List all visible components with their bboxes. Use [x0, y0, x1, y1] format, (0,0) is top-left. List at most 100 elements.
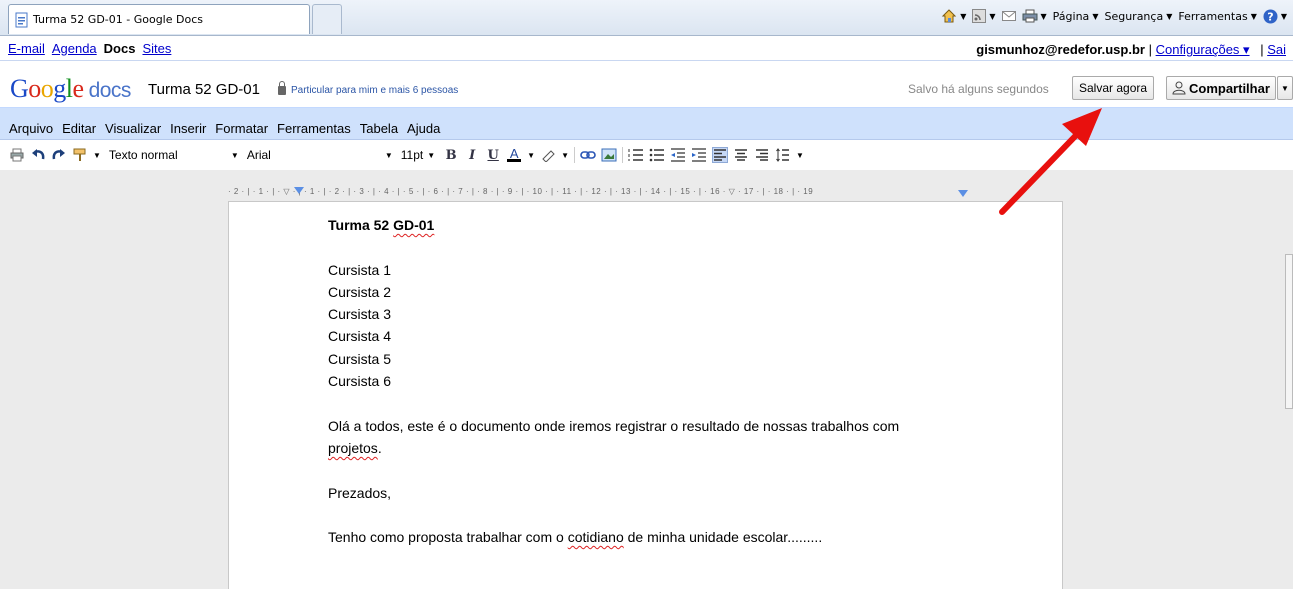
page-menu[interactable]: Página ▼	[1053, 10, 1099, 23]
save-now-button[interactable]: Salvar agora	[1072, 76, 1155, 100]
paint-format-icon[interactable]	[72, 147, 88, 163]
formatting-toolbar: ▼ Texto normal ▼ Arial ▼ 11pt ▼ B I U A ▼…	[0, 141, 1293, 169]
increase-indent-icon[interactable]	[691, 147, 707, 163]
rss-feed-icon	[972, 9, 987, 23]
paragraph-intro-line2: projetos.	[328, 439, 382, 456]
help-icon: ?	[1263, 9, 1278, 23]
numbered-list-icon[interactable]	[628, 147, 644, 163]
paragraph-intro-line1: Olá a todos, este é o documento onde ire…	[328, 417, 900, 434]
align-right-icon[interactable]	[754, 147, 770, 163]
mail-button[interactable]	[1001, 10, 1016, 22]
undo-icon[interactable]	[30, 147, 46, 163]
greeting: Prezados,	[328, 484, 392, 501]
browser-tab-title: Turma 52 GD-01 - Google Docs	[33, 13, 203, 26]
settings-link[interactable]: Configurações ▾	[1156, 42, 1250, 57]
calendar-link[interactable]: Agenda	[52, 41, 97, 56]
left-indent-marker[interactable]	[294, 187, 304, 195]
list-item: Cursista 1	[328, 261, 392, 278]
chevron-down-icon[interactable]: ▼	[796, 151, 804, 160]
paragraph-style-select[interactable]: Texto normal	[106, 146, 226, 164]
text-color-button[interactable]: A	[506, 147, 522, 163]
font-select[interactable]: Arial	[244, 146, 380, 164]
docs-current-link: Docs	[103, 41, 136, 56]
menu-insert[interactable]: Inserir	[170, 121, 206, 136]
signout-link[interactable]: Sai	[1267, 42, 1286, 57]
vertical-scrollbar[interactable]	[1285, 254, 1293, 409]
help-button[interactable]: ? ▼	[1263, 9, 1287, 24]
document-heading: Turma 52 GD-01	[328, 217, 435, 233]
browser-toolbar: Turma 52 GD-01 - Google Docs ▼ ▼ ▼ Págin…	[0, 0, 1293, 36]
chevron-down-icon[interactable]: ▼	[231, 151, 239, 160]
separator: |	[1260, 42, 1264, 57]
chevron-down-icon[interactable]: ▼	[385, 151, 393, 160]
decrease-indent-icon[interactable]	[670, 147, 686, 163]
document-icon	[15, 12, 29, 28]
tools-menu[interactable]: Ferramentas ▼	[1178, 10, 1256, 23]
browser-tab[interactable]: Turma 52 GD-01 - Google Docs	[8, 4, 310, 34]
list-item: Cursista 2	[328, 283, 392, 300]
italic-button[interactable]: I	[464, 147, 480, 163]
bulleted-list-icon[interactable]	[649, 147, 665, 163]
save-status: Salvo há alguns segundos	[908, 82, 1049, 96]
document-body[interactable]: Turma 52 GD-01 Cursista 1 Cursista 2 Cur…	[328, 214, 1028, 548]
share-button[interactable]: Compartilhar	[1166, 76, 1276, 100]
browser-command-bar: ▼ ▼ ▼ Página ▼ Segurança ▼ Ferramentas ▼ ? …	[941, 8, 1287, 24]
docs-header: Google docs Turma 52 GD-01 Particular par…	[0, 62, 1293, 108]
underline-button[interactable]: U	[485, 147, 501, 163]
menu-view[interactable]: Visualizar	[105, 121, 161, 136]
editor-canvas: · 2 · | · 1 · | · ▽ · | · 1 · | · 2 · | …	[0, 170, 1293, 589]
document-title[interactable]: Turma 52 GD-01	[148, 81, 260, 98]
print-button[interactable]: ▼	[1022, 9, 1047, 23]
mail-icon	[1001, 11, 1016, 21]
email-link[interactable]: E-mail	[8, 41, 45, 56]
ruler[interactable]: · 2 · | · 1 · | · ▽ · | · 1 · | · 2 · | …	[228, 187, 1068, 199]
sharing-status[interactable]: Particular para mim e mais 6 pessoas	[278, 81, 458, 96]
menu-format[interactable]: Formatar	[215, 121, 268, 136]
image-icon[interactable]	[601, 147, 617, 163]
highlight-icon[interactable]	[540, 147, 556, 163]
list-item: Cursista 5	[328, 350, 392, 367]
font-size-select[interactable]: 11pt ▼	[398, 146, 438, 164]
person-icon	[1172, 81, 1186, 95]
chevron-down-icon[interactable]: ▼	[561, 151, 569, 160]
align-center-icon[interactable]	[733, 147, 749, 163]
menu-edit[interactable]: Editar	[62, 121, 96, 136]
link-icon[interactable]	[580, 147, 596, 163]
menu-file[interactable]: Arquivo	[9, 121, 53, 136]
align-left-icon[interactable]	[712, 147, 728, 163]
google-docs-logo[interactable]: Google docs	[10, 74, 131, 104]
svg-text:?: ?	[1267, 10, 1273, 23]
printer-icon	[1022, 9, 1038, 23]
redo-icon[interactable]	[51, 147, 67, 163]
list-item: Cursista 6	[328, 373, 392, 390]
chevron-down-icon[interactable]: ▼	[93, 151, 101, 160]
list-item: Cursista 3	[328, 306, 392, 323]
print-icon[interactable]	[9, 147, 25, 163]
document-page[interactable]: Turma 52 GD-01 Cursista 1 Cursista 2 Cur…	[228, 201, 1063, 589]
right-indent-marker[interactable]	[958, 190, 968, 198]
user-email: gismunhoz@redefor.usp.br	[976, 42, 1145, 57]
toolbar-divider	[622, 147, 623, 163]
toolbar-divider	[574, 147, 575, 163]
sites-link[interactable]: Sites	[142, 41, 171, 56]
line-spacing-icon[interactable]	[775, 147, 791, 163]
list-item: Cursista 4	[328, 328, 392, 345]
feeds-button[interactable]: ▼	[972, 9, 996, 23]
menu-bar: Arquivo Editar Visualizar Inserir Format…	[0, 108, 1293, 140]
home-button[interactable]: ▼	[941, 8, 966, 24]
share-dropdown-button[interactable]: ▼	[1277, 76, 1293, 100]
separator: |	[1148, 42, 1152, 57]
paragraph-proposal: Tenho como proposta trabalhar com o coti…	[328, 529, 823, 546]
security-menu[interactable]: Segurança ▼	[1104, 10, 1172, 23]
chevron-down-icon[interactable]: ▼	[527, 151, 535, 160]
menu-table[interactable]: Tabela	[360, 121, 398, 136]
menu-help[interactable]: Ajuda	[407, 121, 440, 136]
account-area: gismunhoz@redefor.usp.br | Configurações…	[976, 42, 1293, 58]
home-icon	[941, 9, 957, 23]
new-tab-button[interactable]	[312, 4, 342, 34]
chevron-down-icon: ▼	[1281, 83, 1289, 93]
lock-icon	[278, 81, 286, 95]
google-bar: E-mail Agenda Docs Sites gismunhoz@redef…	[0, 37, 1293, 61]
bold-button[interactable]: B	[443, 147, 459, 163]
menu-tools[interactable]: Ferramentas	[277, 121, 351, 136]
